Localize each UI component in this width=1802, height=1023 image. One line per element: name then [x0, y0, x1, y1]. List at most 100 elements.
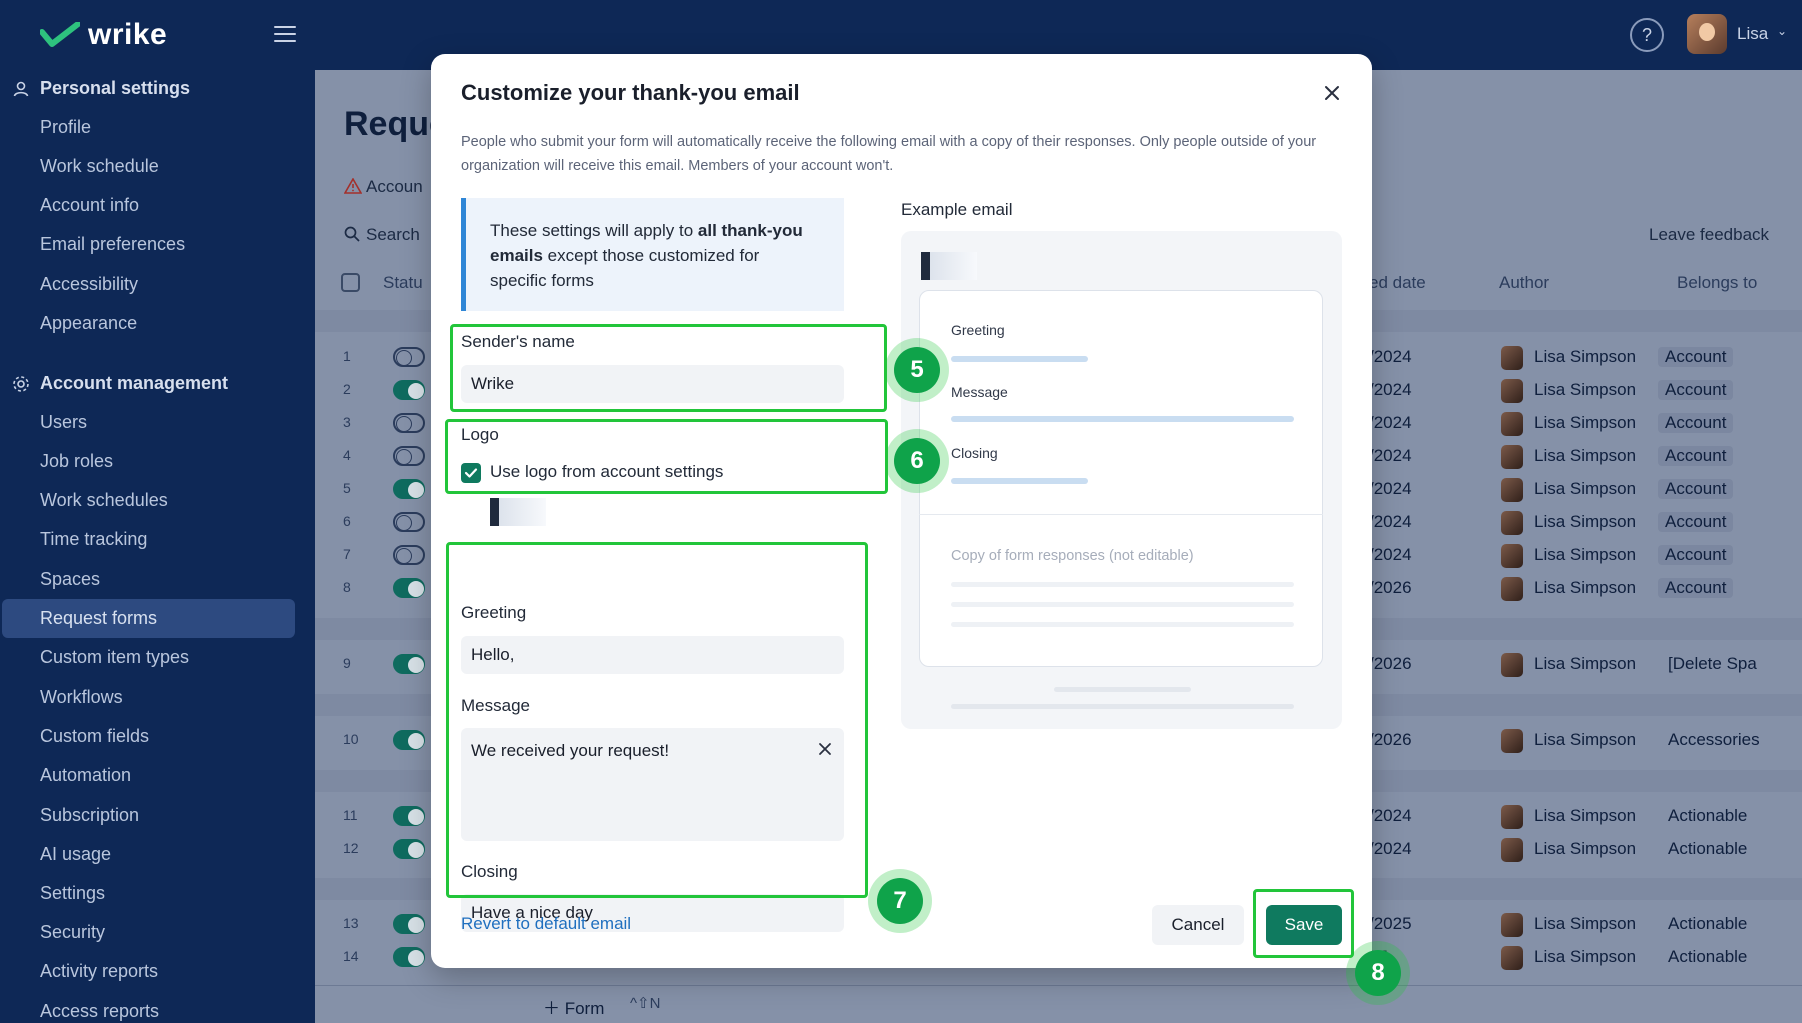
sidebar-item-workflows[interactable]: Workflows	[40, 683, 123, 711]
sidebar-item-users[interactable]: Users	[40, 408, 87, 436]
example-placeholder-line	[951, 602, 1294, 607]
avatar	[1501, 577, 1523, 601]
avatar	[1501, 913, 1523, 937]
gear-icon	[13, 375, 29, 392]
sidebar-item-account-info[interactable]: Account info	[40, 191, 139, 219]
revert-default-link[interactable]: Revert to default email	[461, 914, 631, 934]
sidebar-item-spaces[interactable]: Spaces	[40, 565, 100, 593]
example-placeholder-line	[951, 582, 1294, 587]
column-header-status[interactable]: Statu	[383, 273, 423, 293]
highlight-sender-name	[450, 324, 887, 412]
example-message-bar	[951, 416, 1294, 422]
sidebar-item-appearance[interactable]: Appearance	[40, 309, 137, 337]
avatar	[1501, 946, 1523, 970]
sidebar-item-activity-reports[interactable]: Activity reports	[40, 957, 158, 985]
sidebar-item-email-preferences[interactable]: Email preferences	[40, 230, 185, 258]
status-toggle[interactable]	[393, 578, 425, 598]
sidebar-item-accessibility[interactable]: Accessibility	[40, 270, 138, 298]
status-toggle[interactable]	[393, 380, 425, 400]
highlight-email-fields	[446, 542, 868, 898]
dialog-description: People who submit your form will automat…	[461, 134, 1317, 174]
avatar	[1501, 412, 1523, 436]
sidebar-item-access-reports[interactable]: Access reports	[40, 997, 159, 1023]
column-header-date[interactable]: ed date	[1369, 273, 1426, 293]
sidebar-item-job-roles[interactable]: Job roles	[40, 447, 113, 475]
example-logo	[921, 250, 977, 282]
logo-preview	[490, 496, 546, 528]
avatar	[1501, 838, 1523, 862]
chevron-down-icon[interactable]: ⌄	[1777, 24, 1787, 38]
status-toggle[interactable]	[393, 479, 425, 499]
example-closing-bar	[951, 478, 1088, 484]
search-field[interactable]: Search	[344, 225, 420, 245]
status-toggle[interactable]	[393, 413, 425, 433]
sidebar-item-custom-item-types[interactable]: Custom item types	[40, 643, 189, 671]
avatar	[1501, 653, 1523, 677]
example-responses-note: Copy of form responses (not editable)	[951, 548, 1194, 564]
avatar	[1501, 346, 1523, 370]
avatar	[1501, 729, 1523, 753]
select-all-checkbox[interactable]	[341, 273, 360, 292]
status-toggle[interactable]	[393, 446, 425, 466]
example-placeholder-line	[951, 622, 1294, 627]
status-toggle[interactable]	[393, 730, 425, 750]
hamburger-menu-icon[interactable]	[274, 26, 296, 44]
sidebar-item-request-forms[interactable]: Request forms	[2, 599, 295, 638]
status-toggle[interactable]	[393, 512, 425, 532]
account-warning: Accoun	[343, 177, 423, 197]
sidebar: wrike Personal settings Profile Work sch…	[0, 0, 315, 1023]
avatar	[1501, 379, 1523, 403]
help-icon[interactable]: ?	[1630, 18, 1664, 52]
sidebar-item-time-tracking[interactable]: Time tracking	[40, 525, 147, 553]
status-toggle[interactable]	[393, 914, 425, 934]
leave-feedback-link[interactable]: Leave feedback	[1649, 225, 1769, 245]
sidebar-item-work-schedule[interactable]: Work schedule	[40, 152, 159, 180]
avatar	[1501, 511, 1523, 535]
sidebar-item-profile[interactable]: Profile	[40, 113, 91, 141]
add-form-button[interactable]: ＋ Form	[543, 994, 604, 1019]
step-badge-8: 8	[1355, 950, 1401, 996]
sidebar-item-automation[interactable]: Automation	[40, 761, 131, 789]
status-toggle[interactable]	[393, 947, 425, 967]
avatar	[1501, 805, 1523, 829]
user-name[interactable]: Lisa	[1737, 24, 1768, 44]
status-toggle[interactable]	[393, 839, 425, 859]
logo-text: wrike	[88, 18, 168, 51]
status-toggle[interactable]	[393, 654, 425, 674]
sidebar-item-settings[interactable]: Settings	[40, 879, 105, 907]
avatar	[1501, 544, 1523, 568]
highlight-logo	[445, 419, 888, 494]
step-badge-7: 7	[877, 878, 923, 924]
avatar	[1501, 478, 1523, 502]
avatar	[1501, 445, 1523, 469]
example-divider	[919, 514, 1323, 515]
status-toggle[interactable]	[393, 545, 425, 565]
column-header-author[interactable]: Author	[1499, 273, 1549, 293]
sidebar-item-ai-usage[interactable]: AI usage	[40, 840, 111, 868]
step-badge-5: 5	[894, 347, 940, 393]
logo-check-icon	[40, 22, 80, 47]
info-callout: These settings will apply to all thank-y…	[461, 198, 844, 311]
status-toggle[interactable]	[393, 347, 425, 367]
bottom-bar: ＋ Form ^⇧N	[315, 985, 1802, 1023]
wrike-logo[interactable]: wrike	[40, 18, 167, 52]
example-footer-line	[951, 704, 1294, 709]
sidebar-item-subscription[interactable]: Subscription	[40, 801, 139, 829]
avatar[interactable]	[1687, 14, 1727, 54]
close-icon[interactable]	[1321, 82, 1343, 104]
highlight-save	[1253, 889, 1354, 958]
person-icon	[13, 81, 29, 96]
personal-settings-header: Personal settings	[12, 78, 190, 99]
example-greeting: Greeting	[951, 322, 1005, 338]
account-management-header: Account management	[12, 373, 228, 394]
sidebar-item-security[interactable]: Security	[40, 918, 105, 946]
sidebar-item-work-schedules[interactable]: Work schedules	[40, 486, 168, 514]
sidebar-item-custom-fields[interactable]: Custom fields	[40, 722, 149, 750]
cancel-button[interactable]: Cancel	[1152, 905, 1244, 945]
status-toggle[interactable]	[393, 806, 425, 826]
step-badge-6: 6	[894, 438, 940, 484]
warning-icon	[343, 177, 363, 194]
column-header-belongs-to[interactable]: Belongs to	[1677, 273, 1757, 293]
example-greeting-bar	[951, 356, 1088, 362]
example-email-label: Example email	[901, 200, 1013, 219]
